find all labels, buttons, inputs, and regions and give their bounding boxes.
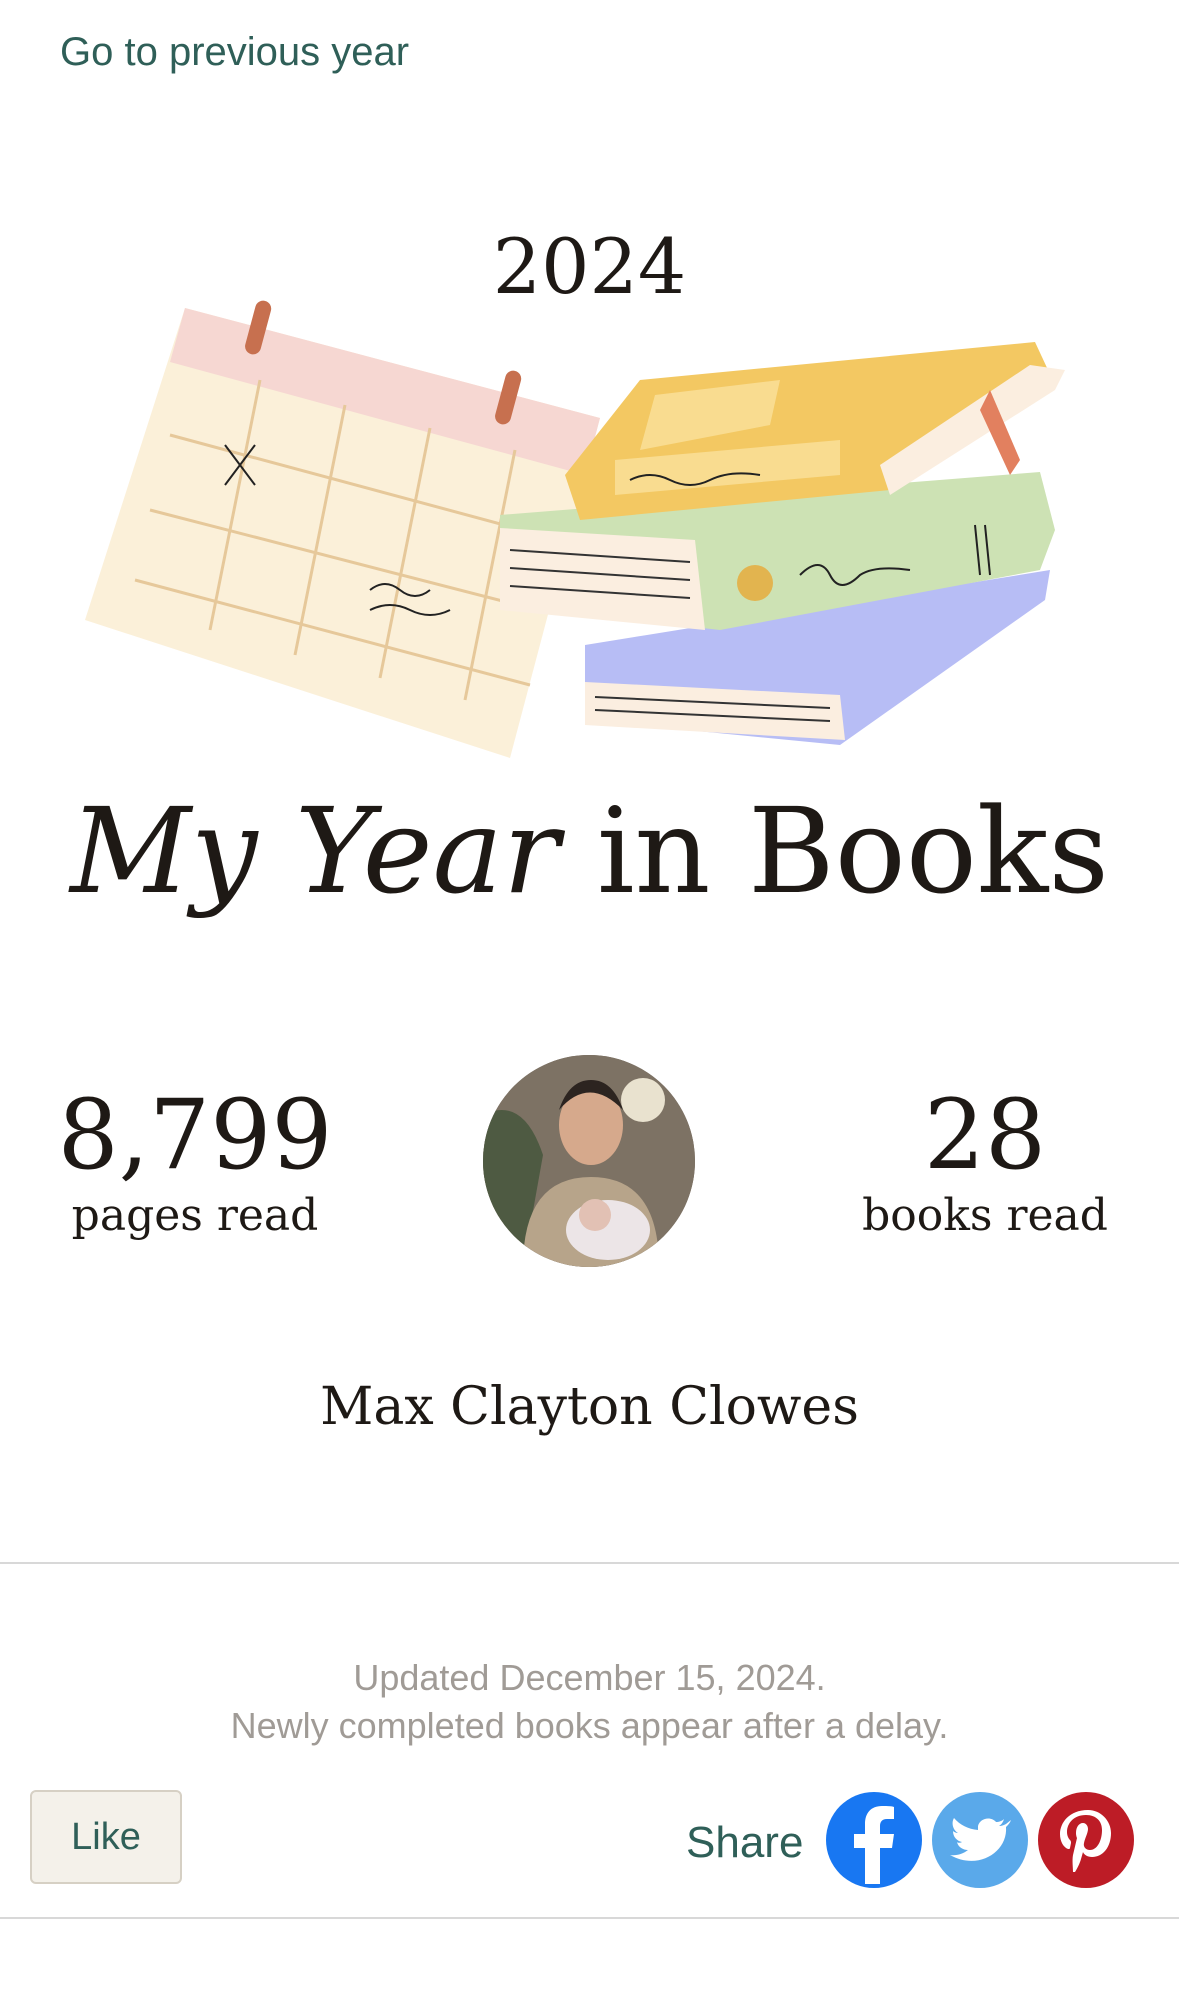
calendar-and-books-illustration xyxy=(85,300,1065,758)
like-button[interactable]: Like xyxy=(30,1790,182,1884)
previous-year-link[interactable]: Go to previous year xyxy=(60,30,409,75)
avatar[interactable] xyxy=(483,1055,695,1267)
books-read-label: books read xyxy=(862,1190,1108,1241)
pages-read-stat: 8,799 pages read xyxy=(40,1080,350,1242)
delay-note: Newly completed books appear after a del… xyxy=(230,1705,949,1746)
profile-photo xyxy=(483,1055,695,1267)
year-heading: 2024 xyxy=(492,222,687,311)
bottom-divider xyxy=(0,1917,1179,1919)
pinterest-share-button[interactable] xyxy=(1038,1792,1134,1888)
twitter-share-button[interactable] xyxy=(932,1792,1028,1888)
facebook-share-button[interactable] xyxy=(826,1792,922,1888)
updated-notice: Updated December 15, 2024. Newly complet… xyxy=(0,1654,1179,1750)
twitter-icon xyxy=(950,1818,1011,1861)
divider xyxy=(0,1562,1179,1564)
user-name[interactable]: Max Clayton Clowes xyxy=(0,1372,1179,1442)
pages-read-label: pages read xyxy=(71,1190,319,1241)
books-read-value: 28 xyxy=(923,1079,1047,1191)
title-italic: My Year xyxy=(70,782,560,920)
facebook-icon xyxy=(854,1806,894,1884)
pages-read-value: 8,799 xyxy=(57,1079,333,1191)
title-plain: in Books xyxy=(596,782,1109,920)
share-label: Share xyxy=(686,1818,804,1867)
books-read-stat: 28 books read xyxy=(840,1080,1130,1242)
updated-date: Updated December 15, 2024. xyxy=(353,1657,826,1698)
page-title: My Year in Books xyxy=(0,786,1179,916)
pinterest-icon xyxy=(1060,1810,1111,1872)
